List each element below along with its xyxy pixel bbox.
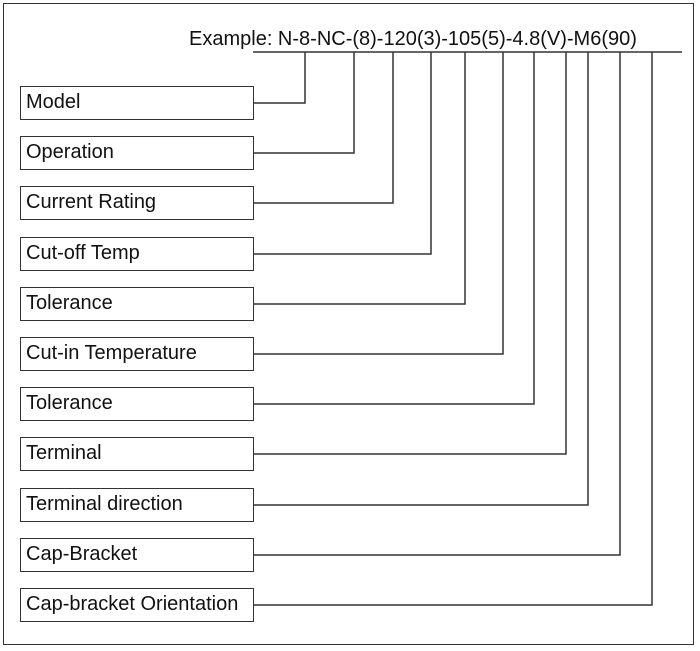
field-box: Terminal direction <box>20 488 254 522</box>
field-label: Cut-in Temperature <box>26 342 197 364</box>
field-label: Cap-bracket Orientation <box>26 593 239 615</box>
field-label: Current Rating <box>26 191 157 213</box>
field-box: Tolerance <box>20 387 254 421</box>
field-box: Cut-in Temperature <box>20 337 254 371</box>
field-box: Cut-off Temp <box>20 237 254 271</box>
field-label: Tolerance <box>26 392 113 414</box>
field-label: Terminal direction <box>26 493 183 515</box>
connector-line <box>253 52 306 104</box>
field-label: Tolerance <box>26 292 113 314</box>
field-box: Operation <box>20 136 254 170</box>
connector-line <box>253 52 466 305</box>
connector-line <box>253 52 394 204</box>
field-label: Cut-off Temp <box>26 242 140 264</box>
field-box: Current Rating <box>20 186 254 220</box>
field-box: Cap-Bracket <box>20 538 254 572</box>
connector-line <box>253 52 589 506</box>
field-label: Terminal <box>26 442 102 464</box>
field-label: Cap-Bracket <box>26 543 138 565</box>
field-label: Operation <box>26 141 114 163</box>
field-box: Model <box>20 86 254 120</box>
connector-line <box>253 52 653 606</box>
field-box: Terminal <box>20 437 254 471</box>
field-box: Tolerance <box>20 287 254 321</box>
connector-line <box>253 52 567 455</box>
field-box: Cap-bracket Orientation <box>20 588 254 622</box>
field-label: Model <box>26 91 81 113</box>
